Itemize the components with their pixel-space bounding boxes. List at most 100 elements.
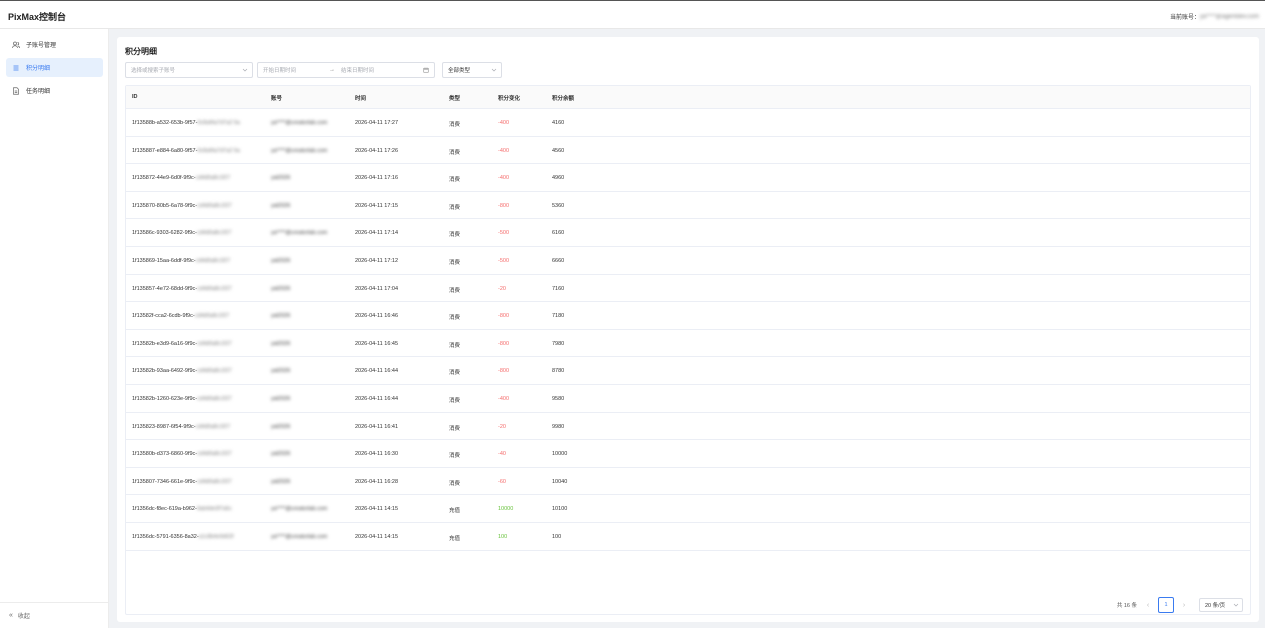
cell-balance: 9980 [552, 423, 565, 430]
chevron-down-icon [491, 67, 497, 73]
cell-id-visible: 1f1356dc-f8ec-619a-b962- [132, 506, 197, 513]
pagination-total: 共 16 条 [1116, 603, 1137, 609]
cell-id-masked: cd4d0a8c1f27 [197, 451, 232, 458]
cell-id-masked: cd4d0a8c1f27 [195, 175, 231, 182]
datetime-range-picker[interactable]: 开始日期时间 → 结束日期时间 [257, 62, 435, 78]
subaccount-select[interactable]: 选择或搜索子账号 [125, 62, 253, 78]
cell-change: -500 [498, 230, 510, 237]
sidebar-item-label: 积分明细 [26, 66, 51, 72]
cell-balance: 10100 [552, 506, 568, 513]
calendar-icon [423, 67, 429, 73]
cell-id-masked: cd4d0a8c1f27 [196, 230, 232, 237]
cell-change: -20 [498, 285, 506, 292]
cell-id-visible: 1f135870-80b5-6a78-9f9c- [132, 202, 198, 209]
table-row: 1f135807-7346-661e-9f9c-cd4d0a8c1f27 yal2… [126, 468, 1250, 496]
next-page-icon[interactable]: › [1177, 602, 1191, 609]
table-row: 1f13586c-9303-6282-9f9c-cd4d0a8c1f27 ya**… [126, 219, 1250, 247]
cell-balance: 10040 [552, 478, 568, 485]
cell-time: 2026-04-11 16:28 [355, 478, 399, 485]
double-chevron-left-icon: « [9, 612, 13, 619]
col-header-change: 积分变化 [498, 96, 521, 102]
cell-type: 消费 [449, 398, 461, 404]
sidebar-item-points[interactable]: 积分明细 [6, 58, 103, 77]
cell-account: yal2026 [271, 368, 291, 375]
col-header-account: 账号 [271, 96, 283, 102]
table-header: ID 账号 时间 类型 积分变化 积分余额 [126, 86, 1250, 109]
sidebar-collapse-button[interactable]: « 收起 [0, 602, 108, 628]
cell-id-visible: 1f13582b-1260-623e-9f9c- [132, 396, 198, 402]
cell-id: 1f135857-4e72-68dd-9f9c-cd4d0a8c1f27 [132, 286, 232, 292]
table-row: 1f13582b-e3d9-6a16-9f9c-cd4d0a8c1f27 yal2… [126, 330, 1250, 358]
cell-type: 消费 [449, 480, 461, 487]
collapse-label: 收起 [17, 614, 30, 620]
cell-change: -500 [498, 258, 510, 264]
cell-time: 2026-04-11 17:27 [355, 120, 399, 126]
users-icon [12, 41, 20, 49]
cell-change: -800 [498, 368, 510, 375]
cell-account: yal2026 [271, 396, 291, 402]
cell-change: -400 [498, 396, 510, 402]
cell-account: yal2026 [271, 451, 291, 458]
sidebar-item-subaccounts[interactable]: 子账号管理 [6, 35, 103, 54]
sidebar-item-tasks[interactable]: 任务明细 [6, 81, 103, 100]
cell-balance: 7980 [552, 340, 565, 347]
cell-account: yal2026 [271, 340, 291, 347]
cell-type: 消费 [449, 204, 461, 211]
col-header-type: 类型 [449, 96, 461, 102]
cell-change: -20 [498, 423, 506, 430]
cell-id: 1f1356dc-5791-6356-8a32-a1c8b4e9d02f [132, 534, 234, 540]
cell-id: 1f13588b-a532-653b-9f57-0c8af4a7d7a2 5a [132, 120, 240, 126]
cell-id: 1f13582b-93aa-6492-9f9c-cd4d0a8c1f27 [132, 368, 232, 374]
chevron-down-icon [242, 67, 248, 73]
cell-account: yal2026 [271, 423, 291, 430]
cell-id: 1f13582f-cca2-6cdb-9f9c-cd4d0a8c1f27 [132, 313, 229, 319]
cell-id-masked: cd4d0a8c1f27 [197, 396, 232, 402]
cell-id-masked: a1c8b4e9d02f [198, 534, 234, 540]
cell-id-masked: cd4d0a8c1f27 [195, 423, 231, 430]
prev-page-icon[interactable]: ‹ [1141, 602, 1155, 609]
table-row: 1f135869-15aa-6ddf-9f9c-cd4d0a8c1f27 yal2… [126, 247, 1250, 275]
cell-balance: 7160 [552, 285, 565, 292]
cell-id-visible: 1f135807-7346-661e-9f9c- [132, 478, 198, 485]
cell-type: 消费 [449, 122, 461, 128]
page-size-select[interactable]: 20 条/页 [1199, 598, 1243, 612]
cell-id-visible: 1f135857-4e72-68dd-9f9c- [132, 285, 198, 292]
table-row: 1f1356dc-5791-6356-8a32-a1c8b4e9d02f ya**… [126, 523, 1250, 551]
cell-id-visible: 1f13588b-a532-653b-9f57- [132, 120, 198, 126]
cell-time: 2026-04-11 17:04 [355, 285, 399, 292]
page-size-value: 20 条/页 [1205, 603, 1226, 609]
cell-id: 1f135870-80b5-6a78-9f9c-cd4d0a8c1f27 [132, 203, 232, 209]
current-account: 当前账号： ya****@agentdev.com [1170, 12, 1259, 22]
page-number-button[interactable]: 1 [1158, 597, 1174, 613]
type-select[interactable]: 全部类型 [442, 62, 502, 78]
cell-id-visible: 1f135823-8987-6f54-9f9c- [132, 423, 196, 430]
cell-change: 100 [498, 534, 508, 540]
cell-id: 1f135869-15aa-6ddf-9f9c-cd4d0a8c1f27 [132, 258, 230, 264]
table-row: 1f13582b-1260-623e-9f9c-cd4d0a8c1f27 yal2… [126, 385, 1250, 413]
table-row: 1f13582f-cca2-6cdb-9f9c-cd4d0a8c1f27 yal2… [126, 302, 1250, 330]
cell-id-visible: 1f13582b-93aa-6492-9f9c- [132, 368, 198, 375]
chevron-down-icon [1233, 602, 1239, 608]
cell-id-masked: cd4d0a8c1f27 [197, 478, 232, 485]
arrow-right-icon: → [329, 67, 336, 73]
end-datetime-input[interactable]: 结束日期时间 [341, 66, 374, 74]
cell-id-visible: 1f13586c-9303-6282-9f9c- [132, 230, 197, 237]
cell-change: 10000 [498, 506, 514, 513]
cell-time: 2026-04-11 16:44 [355, 368, 399, 375]
cell-time: 2026-04-11 17:12 [355, 258, 399, 264]
main-panel: 积分明细 选择或搜索子账号 开始日期时间 → 结束日期时间 全部类型 ID 账号… [117, 37, 1259, 622]
cell-id-masked: 0c8af4a7d7a2 5a [197, 120, 240, 126]
cell-account: ya****@creatorlab.com [271, 534, 328, 540]
cell-id-masked: cd4d0a8c1f27 [197, 202, 232, 209]
cell-change: -400 [498, 147, 510, 154]
cell-id-masked: cd4d0a8c1f27 [194, 313, 230, 320]
cell-balance: 8780 [552, 368, 565, 375]
cell-balance: 10000 [552, 451, 568, 458]
cell-id: 1f135887-e884-6a80-9f57-0c8af4a7d7a2 5a [132, 148, 240, 154]
cell-id-visible: 1f135872-44e9-6d0f-9f9c- [132, 175, 196, 182]
type-select-value: 全部类型 [448, 68, 471, 74]
cell-id-masked: cd4d0a8c1f27 [195, 258, 231, 264]
cell-id-masked: cd4d0a8c1f27 [197, 340, 232, 347]
table-row: 1f135857-4e72-68dd-9f9c-cd4d0a8c1f27 yal2… [126, 275, 1250, 303]
start-datetime-input[interactable]: 开始日期时间 [263, 66, 296, 74]
